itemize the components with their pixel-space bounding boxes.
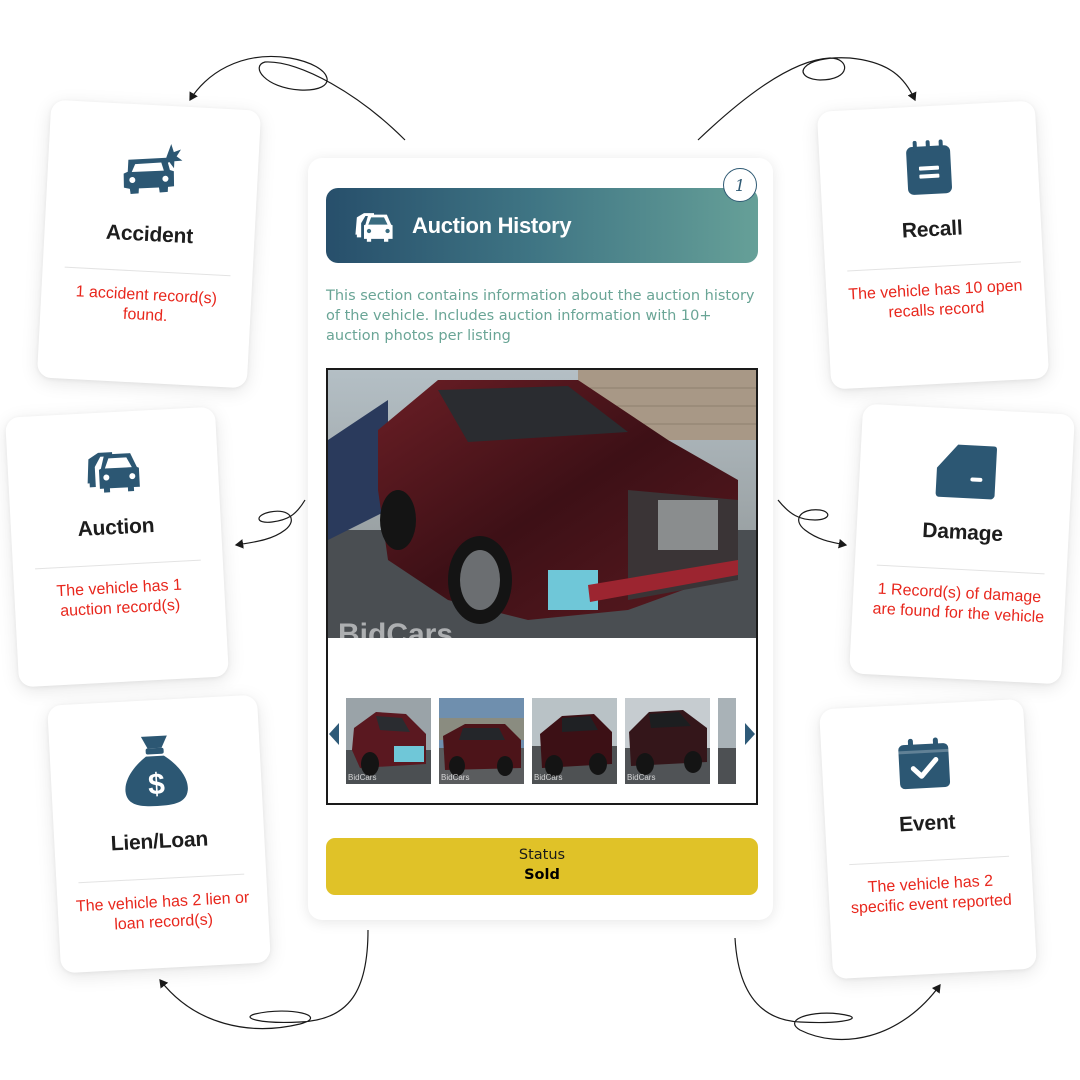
watermark: BidCars xyxy=(338,618,454,638)
divider xyxy=(849,855,1010,866)
accident-card[interactable]: Accident 1 accident record(s) found. xyxy=(36,99,262,389)
calendar-check-icon xyxy=(898,737,951,790)
event-card[interactable]: Event The vehicle has 2 specific event r… xyxy=(819,698,1037,980)
card-title: Recall xyxy=(901,216,964,243)
thumbnail[interactable]: BidCars xyxy=(439,698,524,784)
card-title: Accident xyxy=(105,220,194,249)
next-arrow-icon[interactable] xyxy=(745,723,755,745)
car-door-icon xyxy=(935,444,997,500)
lien-loan-card[interactable]: $ Lien/Loan The vehicle has 2 lien or lo… xyxy=(47,694,271,974)
watermark: BidCars xyxy=(441,773,470,782)
divider xyxy=(78,873,245,884)
thumbnail-strip: BidCars BidCars BidCars BidCars xyxy=(328,698,756,784)
notepad-icon xyxy=(906,139,952,195)
thumbnail[interactable]: BidCars xyxy=(532,698,617,784)
divider xyxy=(876,564,1045,575)
auction-history-panel: Auction History 1 This section contains … xyxy=(308,158,773,920)
arrow-to-auction xyxy=(234,499,306,549)
previous-arrow-icon[interactable] xyxy=(329,723,339,745)
card-description: 1 Record(s) of damage are found for the … xyxy=(872,580,1045,627)
watermark: BidCars xyxy=(348,773,377,782)
thumbnail[interactable]: BidCars xyxy=(346,698,431,784)
status-value: Sold xyxy=(524,867,560,883)
watermark: BidCars xyxy=(534,773,563,782)
thumbnail-partial[interactable] xyxy=(718,698,736,784)
thumbnail[interactable]: BidCars xyxy=(625,698,710,784)
card-title: Lien/Loan xyxy=(110,827,209,856)
cars-icon xyxy=(355,212,393,242)
card-title: Damage xyxy=(921,518,1004,547)
damage-card[interactable]: Damage 1 Record(s) of damage are found f… xyxy=(849,403,1075,685)
recall-card[interactable]: Recall The vehicle has 10 open recalls r… xyxy=(816,100,1050,390)
card-description: The vehicle has 10 open recalls record xyxy=(847,277,1023,322)
section-title: Auction History xyxy=(412,212,572,238)
auction-card[interactable]: Auction The vehicle has 1 auction record… xyxy=(5,406,229,688)
watermark: BidCars xyxy=(627,773,656,782)
car-crash-icon xyxy=(123,144,183,194)
card-description: 1 accident record(s) found. xyxy=(75,283,218,326)
main-photo[interactable]: BidCars xyxy=(328,370,756,638)
card-title: Event xyxy=(898,810,956,837)
step-badge: 1 xyxy=(723,168,757,202)
cars-icon xyxy=(87,452,140,493)
card-description: The vehicle has 2 specific event reporte… xyxy=(850,872,1013,918)
divider xyxy=(64,266,231,277)
card-title: Auction xyxy=(77,514,155,542)
section-description: This section contains information about … xyxy=(326,288,755,344)
status-label: Status xyxy=(518,847,566,863)
arrow-to-damage xyxy=(777,499,848,549)
divider xyxy=(847,261,1022,272)
photo-gallery[interactable]: BidCars BidCars BidCars BidCars BidCars xyxy=(326,368,758,805)
status-bar: Status Sold xyxy=(326,838,758,895)
card-description: The vehicle has 2 lien or loan record(s) xyxy=(75,889,250,934)
svg-text:$: $ xyxy=(147,768,166,802)
section-header: Auction History xyxy=(326,188,758,263)
card-description: The vehicle has 1 auction record(s) xyxy=(56,576,183,621)
money-bag-icon: $ xyxy=(125,735,188,807)
divider xyxy=(35,559,201,570)
